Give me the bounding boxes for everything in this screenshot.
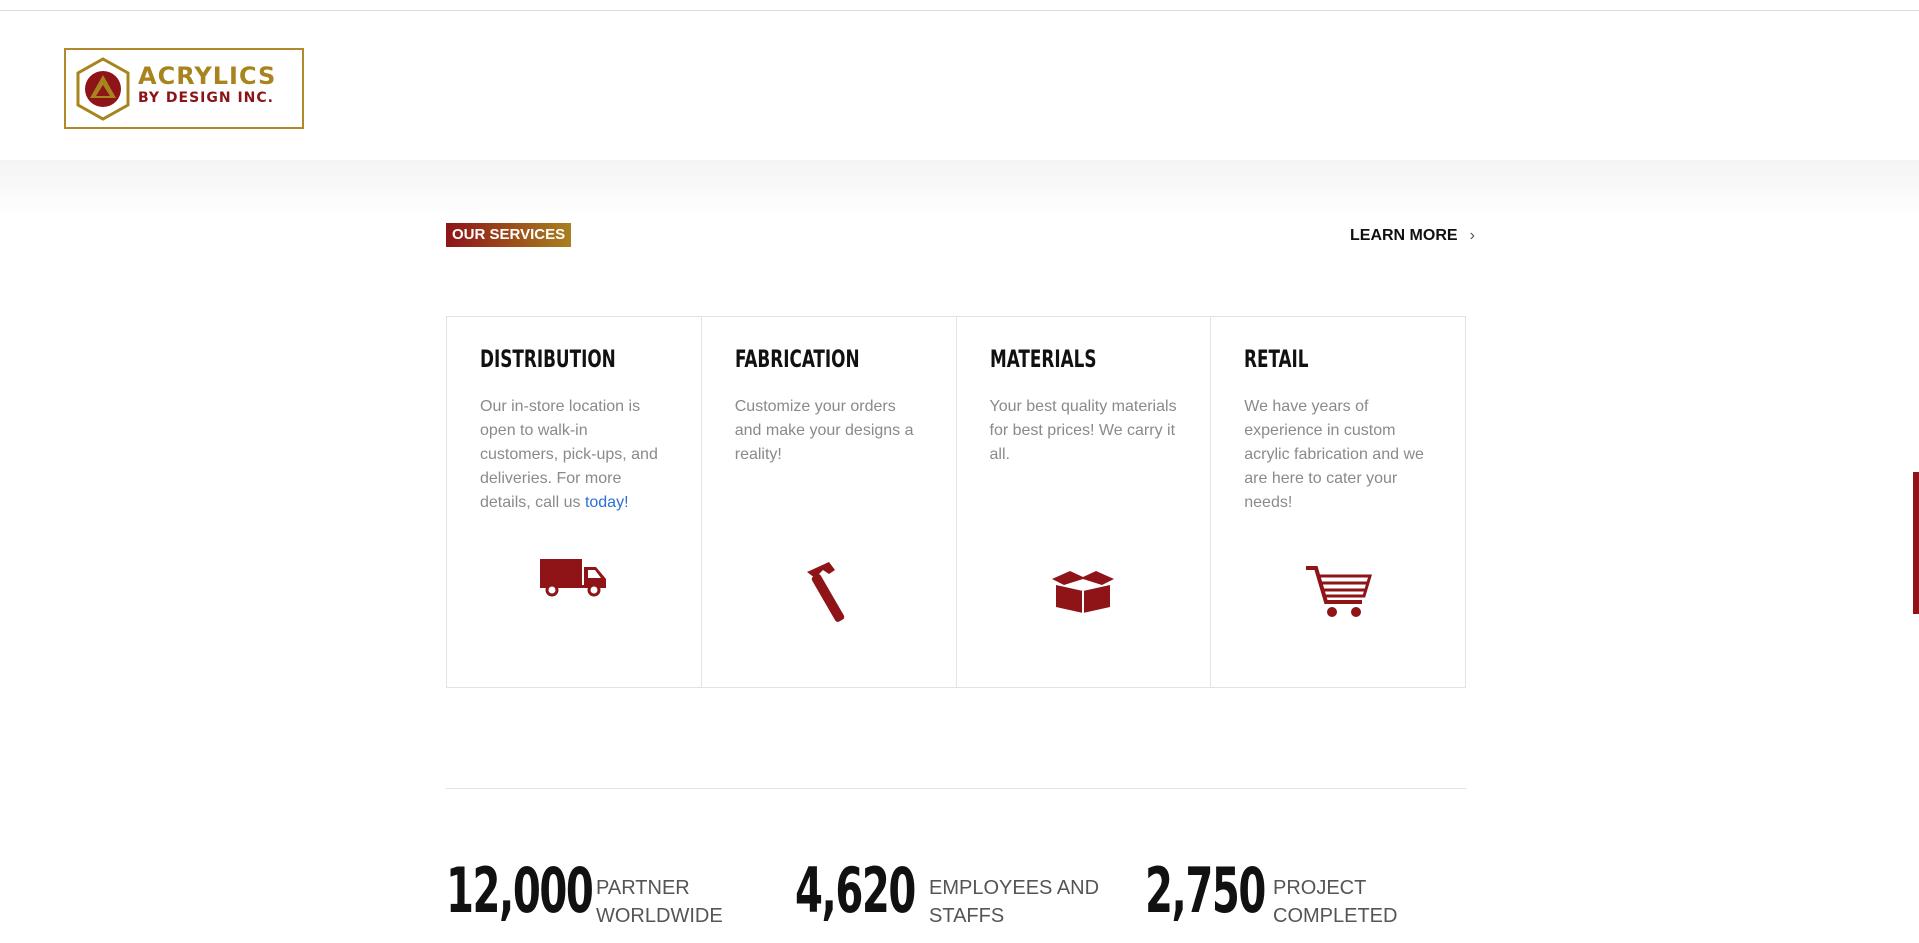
- card-title: FABRICATION: [734, 345, 860, 373]
- service-card-fabrication: FABRICATION Customize your orders and ma…: [702, 317, 957, 687]
- services-grid: DISTRIBUTION Our in-store location is op…: [446, 316, 1466, 688]
- logo-wordmark: ACRYLICS: [138, 62, 277, 90]
- hexagon-logo-icon: [76, 57, 130, 121]
- service-card-distribution: DISTRIBUTION Our in-store location is op…: [447, 317, 702, 687]
- logo-subtitle: BY DESIGN INC.: [138, 90, 274, 106]
- service-card-materials: MATERIALS Your best quality materials fo…: [957, 317, 1212, 687]
- card-description: We have years of experience in custom ac…: [1244, 398, 1424, 511]
- stat-label: EMPLOYEES AND STAFFS: [929, 877, 1100, 927]
- card-description: Your best quality materials for best pri…: [989, 398, 1177, 463]
- stat-number: 2,750: [1145, 854, 1266, 927]
- site-logo[interactable]: ACRYLICS BY DESIGN INC.: [64, 48, 304, 129]
- stat-number: 12,000: [446, 854, 594, 927]
- side-tab[interactable]: [1913, 472, 1919, 614]
- stat-employees: 4,620 EMPLOYEES AND STAFFS: [795, 860, 1099, 930]
- box-icon: [1052, 571, 1115, 613]
- card-title: DISTRIBUTION: [480, 345, 616, 373]
- stat-number: 4,620: [795, 854, 916, 927]
- learn-more-label: LEARN MORE: [1350, 227, 1458, 244]
- cart-icon: [1306, 566, 1373, 617]
- learn-more-link[interactable]: LEARN MORE ›: [1350, 225, 1475, 247]
- header-shadow: [0, 160, 1919, 220]
- service-card-retail: RETAIL We have years of experience in cu…: [1211, 317, 1465, 687]
- card-description: Customize your orders and make your desi…: [734, 398, 914, 463]
- stat-label: PROJECT COMPLETED: [1273, 877, 1398, 927]
- stat-label: PARTNER WORLDWIDE: [596, 877, 723, 927]
- card-description: Our in-store location is open to walk-in…: [480, 398, 658, 511]
- stat-partners: 12,000 PARTNER WORLDWIDE: [446, 860, 723, 930]
- section-badge: OUR SERVICES: [446, 223, 572, 247]
- call-today-link[interactable]: today!: [585, 494, 629, 511]
- section-divider: [446, 788, 1466, 789]
- chevron-right-icon: ›: [1469, 227, 1475, 244]
- card-title: MATERIALS: [989, 345, 1096, 373]
- stat-projects: 2,750 PROJECT COMPLETED: [1145, 860, 1397, 930]
- hammer-icon: [806, 562, 844, 622]
- truck-icon: [539, 559, 606, 597]
- card-title: RETAIL: [1244, 345, 1309, 373]
